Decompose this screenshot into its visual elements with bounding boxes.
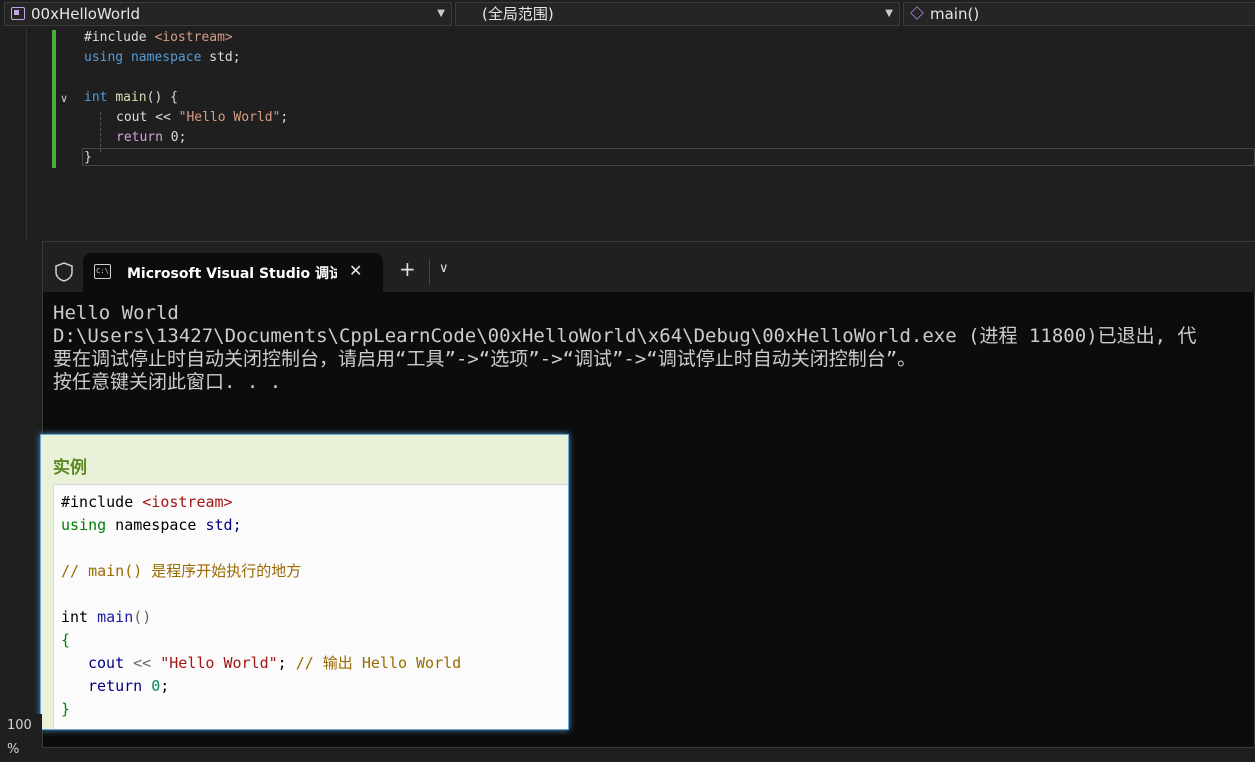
chevron-down-icon: ▼ bbox=[885, 8, 893, 19]
function-dropdown[interactable]: main() bbox=[903, 2, 1255, 26]
fold-chevron-icon[interactable]: ∨ bbox=[60, 92, 68, 105]
code-line: #include <iostream> bbox=[84, 30, 233, 45]
console-output-line: D:\Users\13427\Documents\CppLearnCode\00… bbox=[53, 325, 1197, 347]
project-icon bbox=[11, 7, 25, 20]
shield-icon bbox=[55, 262, 73, 282]
navigation-bar: 00xHelloWorld ▼ (全局范围) ▼ main() bbox=[0, 0, 1255, 29]
example-code-line: using namespace std; bbox=[61, 516, 242, 534]
example-code-line: int main() bbox=[61, 608, 152, 626]
new-tab-plus-icon[interactable]: + bbox=[399, 259, 416, 279]
example-code-line: #include <iostream> bbox=[61, 493, 233, 511]
terminal-tab[interactable]: C:\ Microsoft Visual Studio 调试控 ✕ bbox=[83, 253, 383, 293]
example-code-line: cout << "Hello World"; // 输出 Hello World bbox=[88, 654, 462, 672]
scope-name: (全局范围) bbox=[482, 5, 554, 23]
terminal-tab-bar: C:\ Microsoft Visual Studio 调试控 ✕ + ∨ bbox=[43, 242, 1255, 293]
console-icon: C:\ bbox=[94, 264, 111, 279]
current-line-highlight bbox=[82, 148, 1255, 166]
example-code-line: // main() 是程序开始执行的地方 bbox=[61, 562, 302, 580]
code-line: int main() { bbox=[84, 90, 178, 105]
example-code-box[interactable]: #include <iostream> using namespace std;… bbox=[53, 484, 568, 729]
code-line: } bbox=[84, 150, 92, 165]
example-code-line: } bbox=[61, 700, 71, 718]
change-indicator-bar bbox=[52, 30, 56, 168]
code-line: cout << "Hello World"; bbox=[116, 110, 289, 125]
tab-divider bbox=[429, 259, 430, 285]
indent-guide bbox=[100, 112, 101, 152]
project-name: 00xHelloWorld bbox=[31, 5, 140, 23]
example-code-line: { bbox=[61, 631, 71, 649]
code-line: return 0; bbox=[116, 130, 187, 145]
console-output-line: 按任意键关闭此窗口. . . bbox=[53, 371, 282, 393]
code-line: using namespace std; bbox=[84, 50, 241, 65]
console-output-line: Hello World bbox=[53, 302, 179, 324]
code-editor[interactable]: ∨ #include <iostream> using namespace st… bbox=[0, 28, 1255, 240]
scope-dropdown[interactable]: (全局范围) ▼ bbox=[455, 2, 900, 26]
example-code-panel: 实例 #include <iostream> using namespace s… bbox=[40, 434, 569, 730]
console-output-line: 要在调试停止时自动关闭控制台，请启用“工具”->“选项”->“调试”->“调试停… bbox=[53, 348, 917, 370]
editor-margin bbox=[26, 28, 27, 240]
project-dropdown[interactable]: 00xHelloWorld ▼ bbox=[4, 2, 452, 26]
close-icon[interactable]: ✕ bbox=[349, 261, 362, 280]
chevron-down-icon[interactable]: ∨ bbox=[439, 261, 449, 276]
cube-icon bbox=[910, 6, 924, 20]
example-code-line: return 0; bbox=[88, 677, 170, 695]
chevron-down-icon: ▼ bbox=[437, 8, 445, 19]
zoom-level[interactable]: 100 % bbox=[0, 714, 42, 757]
tab-title: Microsoft Visual Studio 调试控 bbox=[127, 266, 337, 282]
example-title: 实例 bbox=[53, 458, 87, 478]
function-name: main() bbox=[930, 5, 980, 23]
